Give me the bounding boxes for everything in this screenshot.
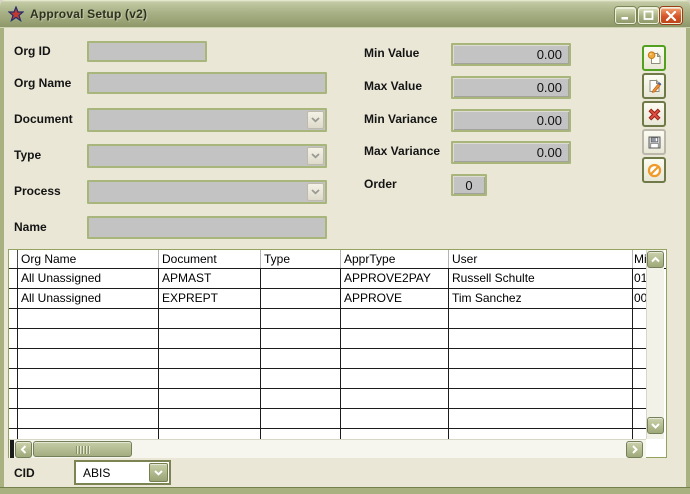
column-header-type[interactable]: Type bbox=[261, 250, 341, 268]
horizontal-scrollbar[interactable] bbox=[9, 439, 646, 458]
new-record-button[interactable] bbox=[642, 45, 666, 71]
max-variance-label: Max Variance bbox=[364, 144, 440, 158]
delete-button[interactable] bbox=[642, 101, 666, 127]
min-variance-field[interactable]: 0.00 bbox=[451, 109, 571, 132]
chevron-down-icon[interactable] bbox=[149, 463, 168, 482]
column-header-apprtype[interactable]: ApprType bbox=[341, 250, 449, 268]
chevron-down-icon bbox=[307, 147, 324, 165]
save-icon bbox=[646, 134, 663, 151]
org-name-field[interactable] bbox=[87, 72, 327, 94]
order-label: Order bbox=[364, 177, 397, 191]
min-value-label: Min Value bbox=[364, 46, 419, 60]
title-bar[interactable]: Approval Setup (v2) bbox=[0, 0, 690, 28]
table-row-empty[interactable] bbox=[9, 429, 646, 439]
column-header-org-name[interactable]: Org Name bbox=[18, 250, 159, 268]
save-button[interactable] bbox=[642, 129, 666, 155]
window-border-left bbox=[0, 28, 4, 487]
chevron-down-icon bbox=[307, 111, 324, 129]
min-variance-label: Min Variance bbox=[364, 112, 437, 126]
min-value-field[interactable]: 0.00 bbox=[451, 43, 571, 66]
table-row-empty[interactable] bbox=[9, 369, 646, 389]
org-name-label: Org Name bbox=[14, 76, 71, 90]
table-body: All Unassigned APMAST APPROVE2PAY Russel… bbox=[9, 269, 646, 439]
table-row[interactable]: All Unassigned EXPREPT APPROVE Tim Sanch… bbox=[9, 289, 646, 309]
cancel-button[interactable] bbox=[642, 157, 666, 183]
document-dropdown[interactable] bbox=[87, 108, 327, 132]
chevron-left-icon bbox=[20, 444, 28, 455]
maximize-icon bbox=[643, 10, 654, 21]
app-star-icon bbox=[8, 6, 24, 22]
table-row-empty[interactable] bbox=[9, 309, 646, 329]
process-label: Process bbox=[14, 184, 61, 198]
max-value-label: Max Value bbox=[364, 79, 422, 93]
name-field[interactable] bbox=[87, 216, 327, 239]
chevron-down-icon bbox=[307, 183, 324, 201]
table-header-row: Org Name Document Type ApprType User Mi bbox=[9, 250, 666, 269]
cancel-icon bbox=[646, 162, 663, 179]
scroll-down-button[interactable] bbox=[647, 417, 664, 434]
table-row-empty[interactable] bbox=[9, 389, 646, 409]
minimize-button[interactable] bbox=[615, 7, 636, 24]
edit-icon bbox=[646, 78, 663, 95]
window-title: Approval Setup (v2) bbox=[30, 7, 147, 21]
selector-column-header bbox=[9, 250, 18, 268]
table-row-empty[interactable] bbox=[9, 329, 646, 349]
scrollbar-edge-mark bbox=[10, 440, 14, 458]
scroll-left-button[interactable] bbox=[15, 441, 32, 458]
minimize-icon bbox=[620, 10, 631, 21]
scroll-up-button[interactable] bbox=[647, 251, 664, 268]
cid-value: ABIS bbox=[83, 466, 110, 480]
type-dropdown[interactable] bbox=[87, 144, 327, 168]
delete-icon bbox=[646, 106, 663, 123]
table-row-empty[interactable] bbox=[9, 349, 646, 369]
type-label: Type bbox=[14, 148, 41, 162]
thumb-grip bbox=[76, 446, 90, 454]
maximize-button[interactable] bbox=[638, 7, 659, 24]
max-variance-field[interactable]: 0.00 bbox=[451, 141, 571, 164]
window-border-bottom bbox=[0, 487, 690, 494]
cid-dropdown[interactable]: ABIS bbox=[74, 460, 171, 485]
table-row[interactable]: All Unassigned APMAST APPROVE2PAY Russel… bbox=[9, 269, 646, 289]
close-button[interactable] bbox=[660, 7, 682, 24]
process-dropdown[interactable] bbox=[87, 180, 327, 204]
name-label: Name bbox=[14, 220, 47, 234]
org-id-field[interactable] bbox=[87, 41, 207, 62]
column-header-min[interactable]: Mi bbox=[633, 250, 646, 268]
chevron-up-icon bbox=[650, 256, 661, 264]
cid-label: CID bbox=[14, 466, 35, 480]
org-id-label: Org ID bbox=[14, 44, 51, 58]
column-header-user[interactable]: User bbox=[449, 250, 633, 268]
table-row-empty[interactable] bbox=[9, 409, 646, 429]
horizontal-scroll-thumb[interactable] bbox=[33, 441, 132, 457]
document-label: Document bbox=[14, 112, 73, 126]
window-border-right bbox=[686, 28, 690, 487]
new-record-icon bbox=[646, 50, 663, 67]
edit-button[interactable] bbox=[642, 73, 666, 99]
approval-setup-window: Approval Setup (v2) Org ID Org Name Docu… bbox=[0, 0, 690, 494]
column-header-document[interactable]: Document bbox=[159, 250, 261, 268]
scroll-right-button[interactable] bbox=[626, 441, 643, 458]
max-value-field[interactable]: 0.00 bbox=[451, 76, 571, 99]
approvals-table: Org Name Document Type ApprType User Mi … bbox=[8, 249, 667, 458]
vertical-scrollbar[interactable] bbox=[646, 250, 664, 439]
order-field[interactable]: 0 bbox=[451, 174, 487, 196]
chevron-right-icon bbox=[631, 444, 639, 455]
chevron-down-icon bbox=[650, 422, 661, 430]
close-icon bbox=[665, 11, 677, 21]
